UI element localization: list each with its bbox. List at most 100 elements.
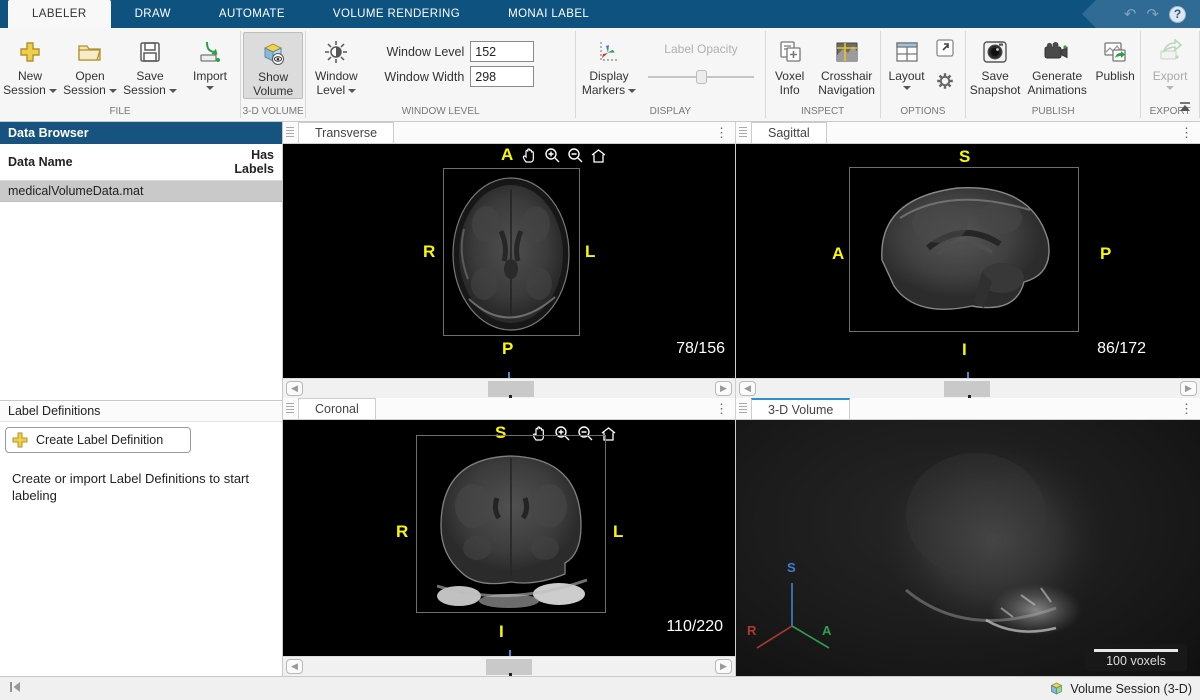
axis-label-anterior: A <box>822 623 831 638</box>
section-window-level: Window Level Window Level Window Width W… <box>306 28 575 121</box>
axis-label-superior: S <box>787 560 796 575</box>
transverse-brain-image <box>444 169 579 335</box>
drag-handle-icon[interactable] <box>739 127 747 138</box>
session-status: Volume Session (3-D) <box>1049 681 1200 696</box>
export-icon <box>1141 35 1199 69</box>
tab-transverse[interactable]: Transverse <box>298 122 394 143</box>
axes-markers-icon <box>576 35 642 69</box>
sagittal-viewport[interactable]: S A <box>736 144 1200 378</box>
popout-icon[interactable] <box>935 38 955 63</box>
home-icon[interactable] <box>590 147 607 164</box>
collapse-panel-icon[interactable] <box>8 680 22 698</box>
tab-draw[interactable]: DRAW <box>111 0 195 28</box>
zoom-in-icon[interactable] <box>544 147 561 164</box>
window-level-button[interactable]: Window Level <box>306 32 366 97</box>
window-level-input[interactable] <box>470 41 534 62</box>
coronal-slice-scrollbar[interactable]: ◀ ▶ <box>283 656 735 676</box>
coronal-viewport[interactable]: S <box>283 420 735 656</box>
transverse-slice-scrollbar[interactable]: ◀ ▶ <box>283 378 735 398</box>
data-row-medical-volume[interactable]: medicalVolumeData.mat <box>0 181 282 202</box>
orientation-label-anterior: A <box>832 244 844 264</box>
volume-3d-viewport[interactable]: S R A 100 voxels <box>736 420 1200 676</box>
video-camera-icon <box>1024 35 1090 69</box>
tab-coronal[interactable]: Coronal <box>298 398 376 419</box>
panel-menu-icon[interactable]: ⋮ <box>1180 401 1193 417</box>
sagittal-image-frame <box>849 167 1079 332</box>
window-level-field-label: Window Level <box>372 45 464 59</box>
slider-thumb[interactable] <box>696 70 707 84</box>
layout-grid-icon <box>881 35 933 69</box>
publish-icon <box>1090 35 1140 69</box>
panel-menu-icon[interactable]: ⋮ <box>1180 125 1193 141</box>
camera-icon <box>966 35 1024 69</box>
open-session-button[interactable]: Open Session <box>60 32 120 97</box>
label-opacity-label: Label Opacity <box>642 42 760 56</box>
crosshair-navigation-icon <box>814 35 880 69</box>
drag-handle-icon[interactable] <box>286 403 294 414</box>
scroll-right-icon[interactable]: ▶ <box>715 659 732 674</box>
drag-handle-icon[interactable] <box>739 403 747 414</box>
publish-button[interactable]: Publish <box>1090 32 1140 83</box>
ribbon-tab-bar: LABELER DRAW AUTOMATE VOLUME RENDERING M… <box>0 0 1200 28</box>
window-width-input[interactable] <box>470 66 534 87</box>
scroll-left-icon[interactable]: ◀ <box>286 659 303 674</box>
label-opacity-slider[interactable] <box>648 70 754 84</box>
new-session-plus-icon <box>0 35 60 69</box>
new-session-caret-icon <box>49 89 57 93</box>
transverse-viewport[interactable]: A <box>283 144 735 378</box>
new-session-label: New Session <box>3 69 46 97</box>
tab-monai-label[interactable]: MONAI LABEL <box>484 0 613 28</box>
create-label-definition-button[interactable]: Create Label Definition <box>5 427 191 453</box>
panel-menu-icon[interactable]: ⋮ <box>715 125 728 141</box>
voxel-info-label: Voxel Info <box>775 69 804 97</box>
redo-icon[interactable]: ↷ <box>1146 7 1159 22</box>
layout-button[interactable]: Layout <box>881 32 933 90</box>
collapse-ribbon-icon[interactable] <box>1178 99 1192 117</box>
pan-hand-icon[interactable] <box>521 147 538 164</box>
sagittal-slice-scrollbar[interactable]: ◀ ▶ <box>736 378 1200 398</box>
panel-menu-icon[interactable]: ⋮ <box>715 401 728 417</box>
data-browser-title: Data Browser <box>8 126 89 140</box>
scroll-left-icon[interactable]: ◀ <box>286 381 303 396</box>
section-label-options: OPTIONS <box>881 105 966 121</box>
save-snapshot-button[interactable]: Save Snapshot <box>966 32 1024 97</box>
tab-sagittal[interactable]: Sagittal <box>751 122 827 143</box>
orientation-label-anterior: A <box>501 145 513 165</box>
display-markers-button[interactable]: Display Markers <box>576 32 642 97</box>
tab-labeler[interactable]: LABELER <box>8 0 111 28</box>
new-session-button[interactable]: New Session <box>0 32 60 97</box>
section-file: New Session Open Session Save Session <box>0 28 240 121</box>
import-button[interactable]: Import <box>180 32 240 90</box>
show-volume-toggle[interactable]: Show Volume <box>243 32 303 99</box>
sagittal-panel: Sagittal ⋮ S <box>735 122 1200 398</box>
orientation-label-posterior: P <box>1100 244 1111 264</box>
medical-image-labeler-app: LABELER DRAW AUTOMATE VOLUME RENDERING M… <box>0 0 1200 700</box>
generate-animations-button[interactable]: Generate Animations <box>1024 32 1090 97</box>
scroll-right-icon[interactable]: ▶ <box>1180 381 1197 396</box>
show-volume-cube-icon <box>244 36 302 70</box>
sagittal-tab-strip: Sagittal ⋮ <box>736 122 1200 144</box>
scroll-right-icon[interactable]: ▶ <box>715 381 732 396</box>
window-width-field-label: Window Width <box>372 70 464 84</box>
gear-icon[interactable] <box>935 71 955 96</box>
column-has-labels: Has Labels <box>226 148 274 176</box>
export-button[interactable]: Export <box>1141 32 1199 90</box>
tab-volume-rendering[interactable]: VOLUME RENDERING <box>309 0 484 28</box>
help-icon[interactable]: ? <box>1169 6 1186 23</box>
save-session-caret-icon <box>169 89 177 93</box>
scroll-left-icon[interactable]: ◀ <box>739 381 756 396</box>
layout-label: Layout <box>889 69 925 83</box>
window-level-fields: Window Level Window Width <box>372 32 534 87</box>
undo-icon[interactable]: ↶ <box>1124 7 1137 22</box>
tab-automate[interactable]: AUTOMATE <box>195 0 309 28</box>
crosshair-navigation-button[interactable]: Crosshair Navigation <box>814 32 880 97</box>
drag-handle-icon[interactable] <box>286 127 294 138</box>
zoom-out-icon[interactable] <box>567 147 584 164</box>
save-session-button[interactable]: Save Session <box>120 32 180 97</box>
scrollbar-thumb[interactable] <box>944 381 990 397</box>
ribbon-toolbar: New Session Open Session Save Session <box>0 28 1200 122</box>
voxel-info-button[interactable]: Voxel Info <box>766 32 814 97</box>
import-icon <box>180 35 240 69</box>
left-sidebar: Data Browser Data Name Has Labels medica… <box>0 122 283 676</box>
tab-3d-volume[interactable]: 3-D Volume <box>751 398 850 419</box>
